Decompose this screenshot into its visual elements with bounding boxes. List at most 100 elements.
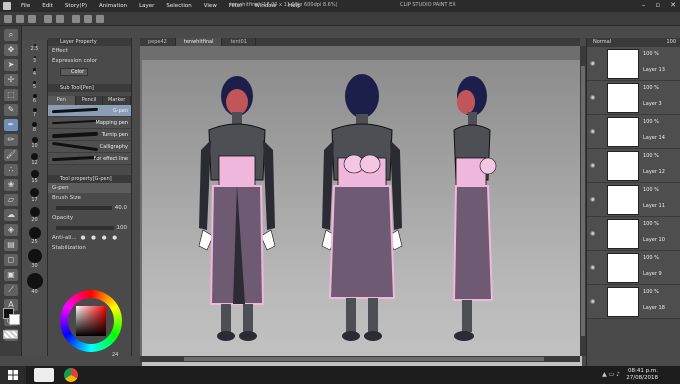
move-tool-icon[interactable]: ✥ <box>4 44 18 56</box>
minimize-icon[interactable]: – <box>642 1 646 9</box>
size-preset[interactable]: 25 <box>22 227 47 245</box>
color-square[interactable] <box>76 306 106 336</box>
fill-tool-icon[interactable]: ◈ <box>4 224 18 236</box>
visibility-eye-icon[interactable]: ◉ <box>590 196 598 203</box>
ruler-tool-icon[interactable]: ⟋ <box>4 284 18 296</box>
selection-tool-icon[interactable]: ⬚ <box>4 89 18 101</box>
transform-icon[interactable] <box>96 15 104 23</box>
layer-opacity: 100 % <box>643 119 659 125</box>
size-preset[interactable]: 5 <box>22 81 47 90</box>
blend-tool-icon[interactable]: ☁ <box>4 209 18 221</box>
brush-item[interactable]: Mapping pen <box>48 117 131 129</box>
layer-row[interactable]: ◉ 100 % Layer 13 <box>587 47 680 81</box>
menu-animation[interactable]: Animation <box>93 3 133 9</box>
size-preset[interactable]: 20 <box>22 207 47 223</box>
size-preset[interactable]: 3 <box>22 56 47 64</box>
size-preset[interactable]: 15 <box>22 170 47 184</box>
frame-tool-icon[interactable]: ▣ <box>4 269 18 281</box>
size-preset[interactable]: 10 <box>22 137 47 149</box>
visibility-eye-icon[interactable]: ◉ <box>590 94 598 101</box>
blend-mode-select[interactable]: Normal <box>593 39 611 45</box>
tab-tenwhitfinal[interactable]: tenwhitfinal <box>175 38 223 46</box>
layer-opacity-value[interactable]: 100 <box>666 38 676 47</box>
layer-row[interactable]: ◉ 100 % Layer 11 <box>587 183 680 217</box>
eraser-tool-icon[interactable]: ▱ <box>4 194 18 206</box>
tab-pencil[interactable]: Pencil <box>75 96 104 105</box>
save-icon[interactable] <box>28 15 36 23</box>
expression-color-select[interactable]: Color <box>60 68 88 76</box>
pencil-tool-icon[interactable]: ✏ <box>4 134 18 146</box>
visibility-eye-icon[interactable]: ◉ <box>590 60 598 67</box>
canvas-paper[interactable] <box>142 60 582 378</box>
tab-pen[interactable]: Pen <box>48 96 76 105</box>
close-icon[interactable]: ✕ <box>670 1 676 9</box>
visibility-eye-icon[interactable]: ◉ <box>590 298 598 305</box>
anti-alias-options[interactable]: ● ● ● ● <box>81 235 119 241</box>
new-icon[interactable] <box>4 15 12 23</box>
layer-row[interactable]: ◉ 100 % Layer 14 <box>587 115 680 149</box>
layer-row[interactable]: ◉ 100 % Layer 12 <box>587 149 680 183</box>
visibility-eye-icon[interactable]: ◉ <box>590 230 598 237</box>
size-preset[interactable]: 30 <box>22 249 47 269</box>
visibility-eye-icon[interactable]: ◉ <box>590 162 598 169</box>
menu-file[interactable]: File <box>15 3 36 9</box>
opacity-slider[interactable] <box>56 226 114 230</box>
chrome-icon[interactable] <box>64 368 78 382</box>
opacity-value[interactable]: 100 <box>117 225 128 231</box>
size-preset[interactable]: 4 <box>22 68 47 77</box>
color-wheel[interactable] <box>60 290 122 352</box>
system-tray-icons[interactable]: ▲ ▭ ♪ <box>602 371 620 378</box>
brush-tool-icon[interactable]: 🖌 <box>4 149 18 161</box>
taskbar-help-app-icon[interactable] <box>34 368 54 382</box>
size-preset[interactable]: 8 <box>22 122 47 133</box>
layer-thumbnail <box>607 83 639 113</box>
tab-tent01[interactable]: tent01 <box>222 38 256 46</box>
menu-selection[interactable]: Selection <box>160 3 197 9</box>
tab-marker[interactable]: Marker <box>103 96 132 105</box>
size-preset[interactable]: 2.5 <box>22 44 47 52</box>
visibility-eye-icon[interactable]: ◉ <box>590 264 598 271</box>
layer-row[interactable]: ◉ 100 % Layer 18 <box>587 285 680 319</box>
layer-row[interactable]: ◉ 100 % Layer 10 <box>587 217 680 251</box>
decoration-tool-icon[interactable]: ❀ <box>4 179 18 191</box>
tab-pepe42[interactable]: pepe42 <box>140 38 176 46</box>
move-layer-tool-icon[interactable]: ✢ <box>4 74 18 86</box>
windows-start-button[interactable] <box>0 366 26 384</box>
brush-size-slider[interactable] <box>56 206 112 210</box>
figure-tool-icon[interactable]: ◻ <box>4 254 18 266</box>
brush-item[interactable]: G-pen <box>48 105 131 117</box>
canvas-area[interactable] <box>140 46 582 378</box>
horizontal-scrollbar[interactable] <box>140 356 580 362</box>
clear-icon[interactable] <box>72 15 80 23</box>
menu-layer[interactable]: Layer <box>133 3 160 9</box>
open-icon[interactable] <box>16 15 24 23</box>
operation-tool-icon[interactable]: ➤ <box>4 59 18 71</box>
taskbar-clock[interactable]: 08:41 p.m. 27/08/2018 <box>626 368 658 382</box>
maximize-icon[interactable]: ▫ <box>655 1 660 9</box>
brush-item[interactable]: For effect line <box>48 153 131 165</box>
zoom-tool-icon[interactable]: ⌕ <box>4 29 18 41</box>
airbrush-tool-icon[interactable]: ∴ <box>4 164 18 176</box>
menu-view[interactable]: View <box>198 3 223 9</box>
size-preset[interactable]: 40 <box>22 273 47 295</box>
sub-color-swatch[interactable] <box>9 314 20 325</box>
brush-size-value[interactable]: 40.0 <box>115 205 127 211</box>
size-preset[interactable]: 12 <box>22 153 47 166</box>
redo-icon[interactable] <box>56 15 64 23</box>
size-preset[interactable]: 7 <box>22 108 47 118</box>
fill-icon[interactable] <box>84 15 92 23</box>
size-preset[interactable]: 6 <box>22 94 47 104</box>
menu-story[interactable]: Story(P) <box>59 3 93 9</box>
size-preset[interactable]: 17 <box>22 188 47 203</box>
gradient-tool-icon[interactable]: ▤ <box>4 239 18 251</box>
menu-edit[interactable]: Edit <box>36 3 59 9</box>
visibility-eye-icon[interactable]: ◉ <box>590 128 598 135</box>
layer-row[interactable]: ◉ 100 % Layer 3 <box>587 81 680 115</box>
brush-item[interactable]: Calligraphy <box>48 141 131 153</box>
layer-row[interactable]: ◉ 100 % Layer 9 <box>587 251 680 285</box>
transparent-color-swatch[interactable] <box>3 330 18 339</box>
pen-tool-icon[interactable]: ✒ <box>4 119 18 131</box>
eyedropper-tool-icon[interactable]: ✎ <box>4 104 18 116</box>
undo-icon[interactable] <box>44 15 52 23</box>
brush-item[interactable]: Turnip pen <box>48 129 131 141</box>
